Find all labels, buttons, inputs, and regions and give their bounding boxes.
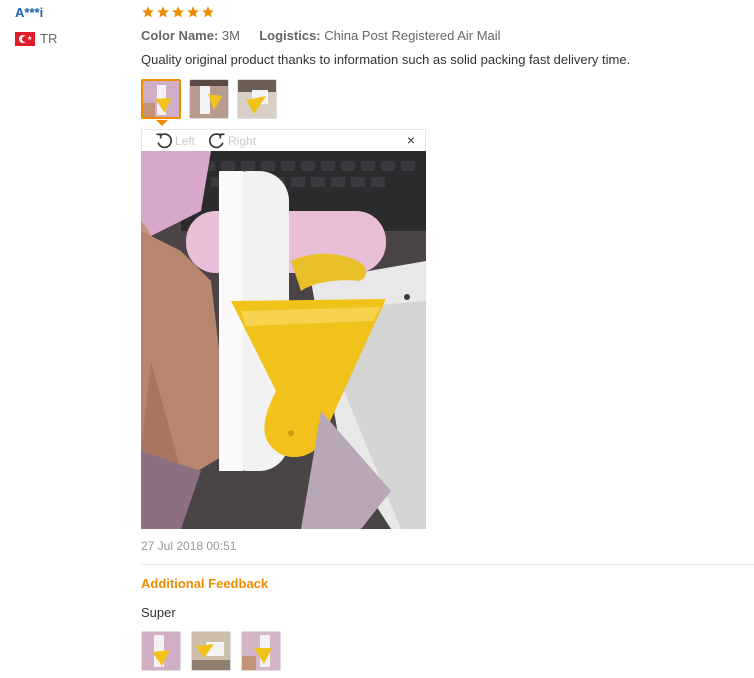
viewer-toolbar: Left Right ×	[141, 129, 426, 151]
turkey-flag-icon: ★	[15, 31, 35, 46]
color-label: Color Name:	[141, 28, 219, 43]
divider	[141, 564, 754, 565]
star-icon	[202, 6, 214, 18]
additional-thumbnail[interactable]	[141, 631, 181, 671]
logistics-value: China Post Registered Air Mail	[324, 28, 501, 43]
rotate-left-icon	[156, 132, 173, 148]
color-value: 3M	[221, 28, 240, 43]
review-date: 27 Jul 2018 00:51	[141, 539, 237, 553]
additional-thumbnails	[141, 631, 281, 671]
rotate-right-label: Right	[228, 133, 257, 148]
additional-feedback-heading: Additional Feedback	[141, 576, 269, 591]
star-icon	[157, 6, 169, 18]
review-comment: Quality original product thanks to infor…	[141, 52, 631, 67]
star-icon	[142, 6, 154, 18]
order-meta: Color Name: 3M Logistics: China Post Reg…	[141, 28, 501, 43]
star-icon	[172, 6, 184, 18]
star-icon	[187, 6, 199, 18]
rotate-right-icon	[209, 132, 225, 148]
close-icon[interactable]: ×	[407, 132, 415, 148]
reviewer-name[interactable]: A***i	[15, 5, 43, 20]
additional-feedback-comment: Super	[141, 605, 176, 620]
review-thumbnail[interactable]	[237, 79, 277, 119]
rating-stars	[141, 5, 215, 19]
rotate-right-button[interactable]: Right	[207, 131, 256, 151]
review-thumbnail[interactable]	[141, 79, 181, 119]
logistics-label: Logistics:	[259, 28, 321, 43]
image-viewer: Left Right ×	[141, 129, 426, 529]
additional-thumbnail[interactable]	[241, 631, 281, 671]
rotate-left-label: Left	[175, 133, 196, 148]
country-code: TR	[40, 31, 58, 46]
review-thumbnail[interactable]	[189, 79, 229, 119]
additional-thumbnail[interactable]	[191, 631, 231, 671]
rotate-left-button[interactable]: Left	[154, 131, 195, 151]
reviewer-country: ★ TR	[15, 31, 57, 46]
active-thumbnail-pointer	[156, 120, 168, 126]
review-thumbnails	[141, 79, 277, 119]
review-photo[interactable]	[141, 151, 426, 529]
